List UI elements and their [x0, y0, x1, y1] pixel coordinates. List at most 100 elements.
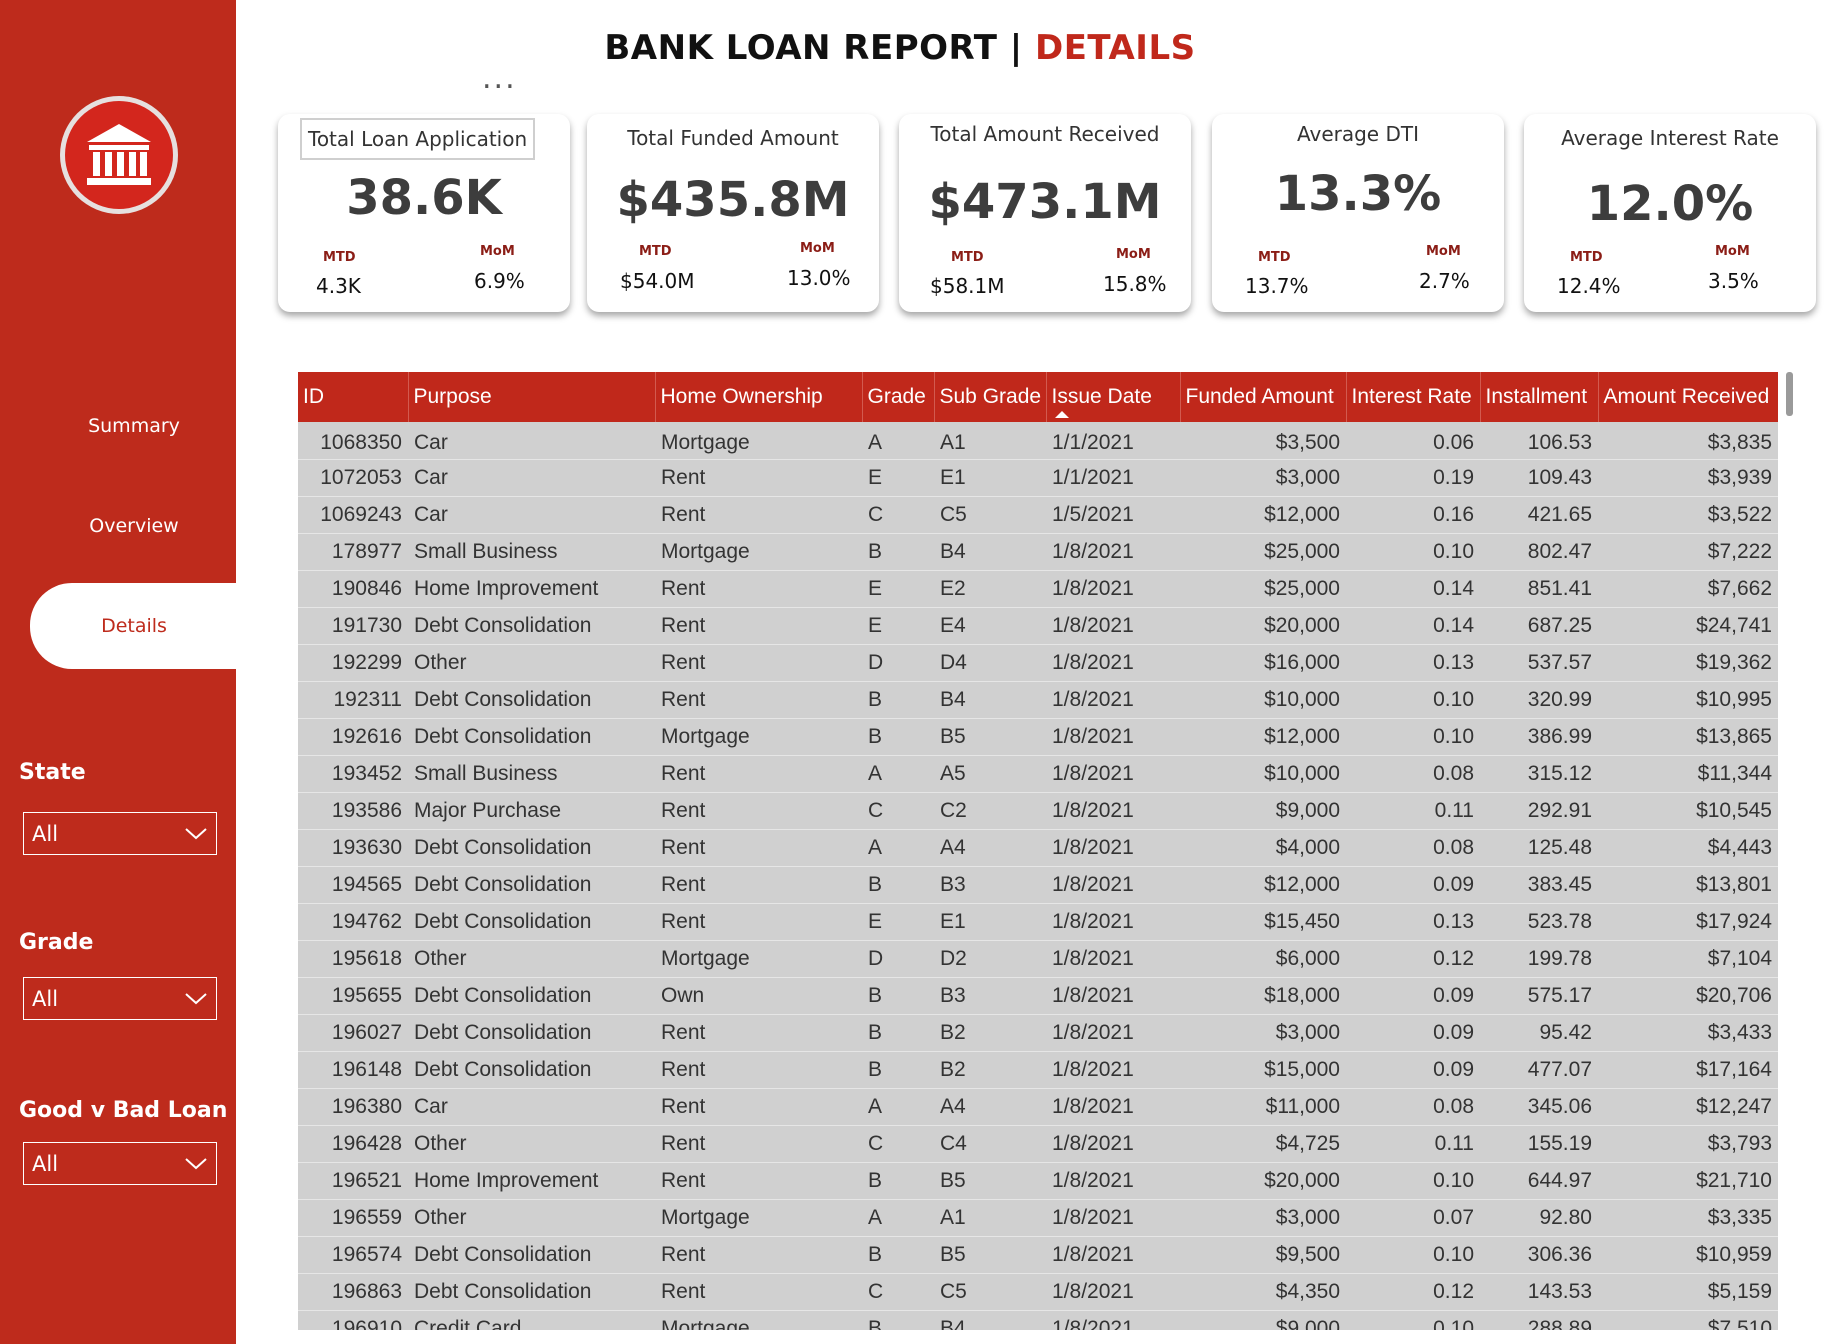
table-cell: A1 — [934, 422, 1046, 460]
kpi-card-total-funded-amount[interactable]: Total Funded Amount $435.8M MTD $54.0M M… — [587, 114, 879, 312]
mom-label: MoM — [800, 241, 835, 256]
table-row[interactable]: 196428 Other Rent C C4 1/8/2021 $4,725 0.11 155.… — [298, 1125, 1778, 1163]
column-header[interactable]: Installment — [1480, 372, 1599, 422]
column-header[interactable]: ID — [298, 372, 409, 422]
table-cell: $7,222 — [1598, 533, 1778, 571]
column-header-label: Sub Grade — [939, 385, 1042, 408]
column-header[interactable]: Funded Amount — [1180, 372, 1347, 422]
table-cell: $17,924 — [1598, 903, 1778, 941]
table-cell: Mortgage — [655, 1310, 862, 1330]
table-cell: 315.12 — [1480, 755, 1598, 793]
table-cell: 0.19 — [1346, 459, 1480, 497]
table-cell: 0.08 — [1346, 829, 1480, 867]
table-cell: Car — [408, 496, 655, 534]
table-cell: 92.80 — [1480, 1199, 1598, 1237]
table-cell: 1/8/2021 — [1046, 1162, 1180, 1200]
chevron-down-icon — [185, 1158, 207, 1170]
table-row[interactable]: 192299 Other Rent D D4 1/8/2021 $16,000 0.13 537… — [298, 644, 1778, 682]
table-cell: 0.16 — [1346, 496, 1480, 534]
column-header-label: Installment — [1485, 385, 1588, 408]
mtd-label: MTD — [1570, 250, 1603, 265]
table-cell: 0.10 — [1346, 1310, 1480, 1330]
table-cell: $21,710 — [1598, 1162, 1778, 1200]
table-cell: 386.99 — [1480, 718, 1598, 756]
table-cell: A — [862, 1088, 934, 1126]
table-row[interactable]: 196380 Car Rent A A4 1/8/2021 $11,000 0.08 345.0… — [298, 1088, 1778, 1126]
table-cell: 523.78 — [1480, 903, 1598, 941]
column-header[interactable]: Purpose — [408, 372, 656, 422]
table-row[interactable]: 193452 Small Business Rent A A5 1/8/2021 $10,0… — [298, 755, 1778, 793]
table-scrollbar[interactable] — [1786, 372, 1793, 416]
table-cell: 195618 — [298, 940, 408, 978]
table-cell: $4,000 — [1180, 829, 1346, 867]
more-options-icon[interactable]: ... — [482, 64, 517, 94]
table-row[interactable]: 192616 Debt Consolidation Mortgage B B5 1/8/2… — [298, 718, 1778, 756]
column-header[interactable]: Home Ownership — [655, 372, 863, 422]
state-filter-dropdown[interactable]: All — [23, 812, 217, 855]
table-cell: 192299 — [298, 644, 408, 682]
table-row[interactable]: 178977 Small Business Mortgage B B4 1/8/2021 $… — [298, 533, 1778, 571]
table-cell: $9,000 — [1180, 1310, 1346, 1330]
table-cell: Home Improvement — [408, 570, 655, 608]
nav-details[interactable]: Details — [30, 583, 238, 669]
table-row[interactable]: 194565 Debt Consolidation Rent B B3 1/8/2021 $… — [298, 866, 1778, 904]
kpi-card-average-dti[interactable]: Average DTI 13.3% MTD 13.7% MoM 2.7% — [1212, 114, 1504, 312]
table-cell: B2 — [934, 1051, 1046, 1089]
table-row[interactable]: 193586 Major Purchase Rent C C2 1/8/2021 $9,00… — [298, 792, 1778, 830]
kpi-card-average-interest-rate[interactable]: Average Interest Rate 12.0% MTD 12.4% Mo… — [1524, 114, 1816, 312]
table-cell: Mortgage — [655, 1199, 862, 1237]
table-row[interactable]: 196148 Debt Consolidation Rent B B2 1/8/2021 $… — [298, 1051, 1778, 1089]
nav-summary[interactable]: Summary — [30, 383, 238, 469]
column-header[interactable]: Interest Rate — [1346, 372, 1481, 422]
table-row[interactable]: 194762 Debt Consolidation Rent E E1 1/8/2021 $… — [298, 903, 1778, 941]
table-row[interactable]: 1069243 Car Rent C C5 1/5/2021 $12,000 0.16 421.… — [298, 496, 1778, 534]
table-cell: $4,725 — [1180, 1125, 1346, 1163]
table-cell: B4 — [934, 1310, 1046, 1330]
table-cell: Debt Consolidation — [408, 903, 655, 941]
table-cell: $3,000 — [1180, 459, 1346, 497]
table-cell: $10,545 — [1598, 792, 1778, 830]
mtd-value: 4.3K — [316, 274, 361, 298]
table-cell: E — [862, 607, 934, 645]
column-header[interactable]: Grade — [862, 372, 935, 422]
nav-overview[interactable]: Overview — [30, 483, 238, 569]
table-row[interactable]: 196027 Debt Consolidation Rent B B2 1/8/2021 $… — [298, 1014, 1778, 1052]
table-cell: $7,510 — [1598, 1310, 1778, 1330]
table-row[interactable]: 195655 Debt Consolidation Own B B3 1/8/2021 $1… — [298, 977, 1778, 1015]
table-cell: $9,500 — [1180, 1236, 1346, 1274]
chevron-down-icon — [185, 993, 207, 1005]
loan-details-table[interactable]: ID Purpose Home Ownership Grade Sub Grade Iss… — [298, 372, 1778, 1330]
table-row[interactable]: 196559 Other Mortgage A A1 1/8/2021 $3,000 0.07… — [298, 1199, 1778, 1237]
table-row[interactable]: 192311 Debt Consolidation Rent B B4 1/8/2021 $… — [298, 681, 1778, 719]
table-cell: 191730 — [298, 607, 408, 645]
table-row[interactable]: 1072053 Car Rent E E1 1/1/2021 $3,000 0.19 109.4… — [298, 459, 1778, 497]
table-cell: 194762 — [298, 903, 408, 941]
table-row[interactable]: 196574 Debt Consolidation Rent B B5 1/8/2021 $… — [298, 1236, 1778, 1274]
kpi-card-total-loan-application[interactable]: Total Loan Application 38.6K MTD 4.3K Mo… — [278, 114, 570, 312]
table-cell: 1/8/2021 — [1046, 792, 1180, 830]
table-row[interactable]: 195618 Other Mortgage D D2 1/8/2021 $6,000 0.12… — [298, 940, 1778, 978]
table-row[interactable]: 193630 Debt Consolidation Rent A A4 1/8/2021 $… — [298, 829, 1778, 867]
table-cell: 0.10 — [1346, 1236, 1480, 1274]
kpi-card-total-amount-received[interactable]: Total Amount Received $473.1M MTD $58.1M… — [899, 114, 1191, 312]
column-header[interactable]: Sub Grade — [934, 372, 1047, 422]
table-cell: E1 — [934, 903, 1046, 941]
table-row[interactable]: 1068350 Car Mortgage A A1 1/1/2021 $3,500 0.06 1… — [298, 422, 1778, 460]
loan-status-filter-dropdown[interactable]: All — [23, 1142, 217, 1185]
table-cell: Debt Consolidation — [408, 681, 655, 719]
table-row[interactable]: 196863 Debt Consolidation Rent C C5 1/8/2021 $… — [298, 1273, 1778, 1311]
table-row[interactable]: 191730 Debt Consolidation Rent E E4 1/8/2021 $… — [298, 607, 1778, 645]
table-cell: 194565 — [298, 866, 408, 904]
column-header[interactable]: Amount Received — [1598, 372, 1778, 422]
column-header-label: Interest Rate — [1351, 385, 1472, 408]
grade-filter-dropdown[interactable]: All — [23, 977, 217, 1020]
table-cell: 306.36 — [1480, 1236, 1598, 1274]
table-cell: 196910 — [298, 1310, 408, 1330]
mtd-value: 12.4% — [1557, 274, 1621, 298]
column-header[interactable]: Issue Date — [1046, 372, 1181, 422]
table-row[interactable]: 196521 Home Improvement Rent B B5 1/8/2021 $20… — [298, 1162, 1778, 1200]
table-row[interactable]: 190846 Home Improvement Rent E E2 1/8/2021 $25… — [298, 570, 1778, 608]
table-cell: 1/8/2021 — [1046, 829, 1180, 867]
table-row[interactable]: 196910 Credit Card Mortgage B B4 1/8/2021 $9,0… — [298, 1310, 1778, 1330]
table-cell: B5 — [934, 1162, 1046, 1200]
